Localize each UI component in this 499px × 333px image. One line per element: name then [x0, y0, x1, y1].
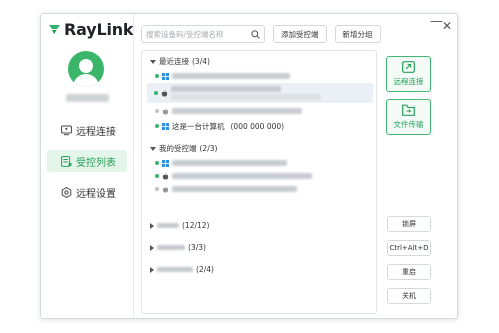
- gear-icon: [61, 186, 72, 198]
- device-code: (000 000 000): [230, 121, 285, 131]
- device-name: 这是一台计算机: [172, 121, 225, 131]
- add-device-button[interactable]: 添加受控端: [273, 25, 327, 43]
- online-status-icon: [155, 174, 159, 178]
- group-name-redacted: [157, 245, 185, 250]
- device-name-redacted: [172, 73, 290, 79]
- device-list-panel: 最近连接 (3/4) 这是一台计算机 (000 000 000) 我的受控端 (…: [141, 50, 377, 314]
- remote-connect-label: 远程连接: [393, 77, 424, 86]
- sidebar-item-label: 远程连接: [76, 126, 116, 138]
- list-item[interactable]: [148, 157, 372, 169]
- device-name-redacted: [172, 186, 297, 192]
- list-item[interactable]: [148, 70, 372, 82]
- sidebar-item-device-list[interactable]: 受控列表: [47, 150, 127, 172]
- windows-icon: [162, 122, 169, 130]
- avatar[interactable]: [68, 51, 104, 87]
- user-name-redacted: [66, 94, 109, 102]
- new-group-button[interactable]: 新增分组: [334, 25, 381, 43]
- windows-icon: [162, 72, 169, 80]
- group-header-collapsed[interactable]: (12/12): [150, 221, 209, 230]
- chevron-down-icon: [150, 146, 156, 151]
- group-header-collapsed[interactable]: (2/4): [150, 265, 214, 274]
- chevron-down-icon: [150, 59, 156, 64]
- sidebar-nav: 远程连接 受控列表 远程设置: [47, 119, 127, 212]
- sidebar-item-label: 受控列表: [76, 157, 116, 169]
- search-input[interactable]: [146, 29, 246, 39]
- monitor-icon: [61, 125, 72, 135]
- list-item-selected[interactable]: [147, 83, 373, 103]
- online-status-icon: [155, 74, 159, 78]
- offline-status-icon: [155, 187, 159, 191]
- ctrl-alt-del-button[interactable]: Ctrl+Alt+D: [387, 240, 431, 256]
- toolbar: 添加受控端 新增分组: [141, 24, 381, 44]
- remote-connect-icon: [402, 61, 415, 73]
- device-name-redacted: [172, 108, 302, 114]
- sidebar-divider: [133, 14, 134, 318]
- close-icon[interactable]: ✕: [442, 20, 452, 32]
- list-item[interactable]: [148, 105, 372, 117]
- group-header-my-devices[interactable]: 我的受控端 (2/3): [150, 143, 217, 154]
- restart-button[interactable]: 重启: [387, 264, 431, 280]
- apple-icon: [162, 172, 169, 179]
- sidebar-item-remote-settings[interactable]: 远程设置: [47, 181, 127, 203]
- online-status-icon: [155, 161, 159, 165]
- device-name-redacted: [172, 173, 312, 179]
- chevron-right-icon: [150, 266, 154, 273]
- chevron-right-icon: [150, 222, 154, 229]
- file-transfer-label: 文件传输: [393, 120, 424, 129]
- file-transfer-icon: [402, 104, 415, 116]
- group-header-collapsed[interactable]: (3/3): [150, 243, 206, 252]
- device-name-redacted: [172, 160, 287, 166]
- device-list-icon: [61, 155, 72, 167]
- remote-connect-button[interactable]: 远程连接: [386, 56, 431, 92]
- sidebar-item-remote-connect[interactable]: 远程连接: [47, 119, 127, 141]
- online-status-icon: [154, 91, 158, 95]
- raylink-logo-icon: [49, 25, 60, 34]
- list-item[interactable]: 这是一台计算机 (000 000 000): [148, 120, 372, 132]
- apple-icon: [162, 107, 169, 114]
- apple-icon: [162, 185, 169, 192]
- apple-icon: [161, 89, 168, 96]
- lock-screen-button[interactable]: 锁屏: [387, 216, 431, 232]
- search-icon[interactable]: [251, 29, 260, 39]
- file-transfer-button[interactable]: 文件传输: [386, 99, 431, 135]
- windows-icon: [162, 159, 169, 167]
- sidebar-item-label: 远程设置: [76, 188, 116, 200]
- list-item[interactable]: [148, 183, 372, 195]
- app-logo: RayLink: [48, 20, 134, 39]
- app-name: RayLink: [64, 20, 134, 39]
- group-name-redacted: [157, 267, 193, 272]
- group-header-recent[interactable]: 最近连接 (3/4): [150, 56, 210, 67]
- chevron-right-icon: [150, 244, 154, 251]
- group-name-redacted: [157, 223, 179, 228]
- shutdown-button[interactable]: 关机: [387, 288, 431, 304]
- search-box[interactable]: [141, 25, 265, 43]
- app-window: RayLink 远程连接 受控列表 远程设置 搜索设备码/受控端名称 添加受控端…: [40, 13, 458, 319]
- list-item[interactable]: [148, 170, 372, 182]
- offline-status-icon: [155, 109, 159, 113]
- sidebar: RayLink 远程连接 受控列表 远程设置: [41, 14, 134, 318]
- online-status-icon: [155, 124, 159, 128]
